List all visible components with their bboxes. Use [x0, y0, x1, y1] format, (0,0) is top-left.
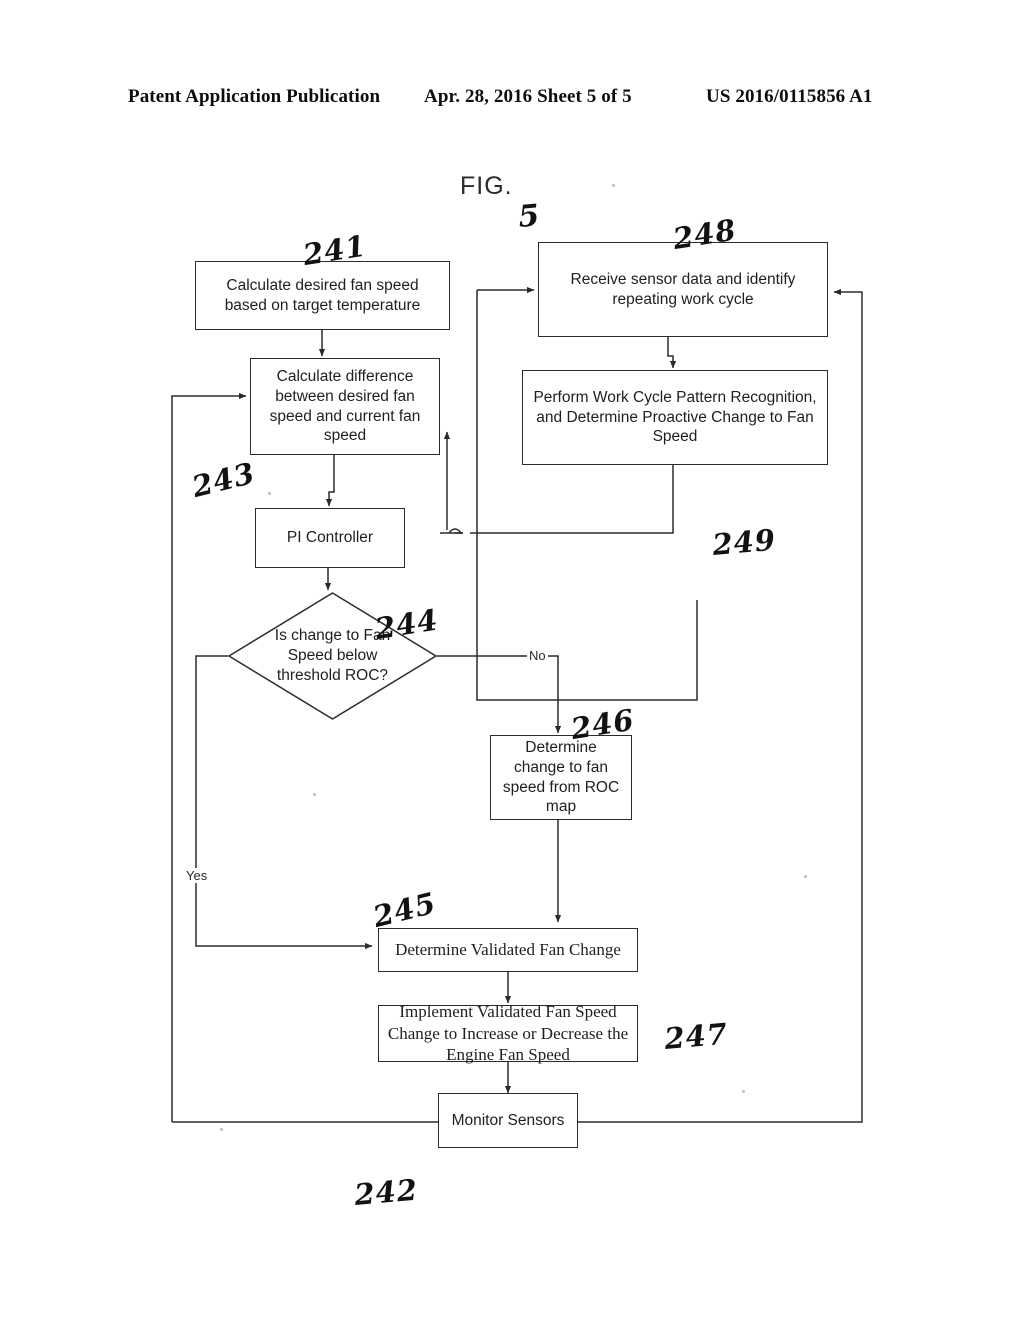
scan-speckle	[313, 793, 316, 796]
node-calculate-difference[interactable]: Calculate difference between desired fan…	[250, 358, 440, 455]
node-pi-controller[interactable]: PI Controller	[255, 508, 405, 568]
branch-label-yes: Yes	[184, 868, 210, 883]
node-calculate-desired-fan-speed-label: Calculate desired fan speed based on tar…	[224, 276, 421, 314]
node-calculate-desired-fan-speed[interactable]: Calculate desired fan speed based on tar…	[195, 261, 450, 330]
node-determine-change-roc-map[interactable]: Determine change to fan speed from ROC m…	[490, 735, 632, 820]
node-work-cycle-pattern-recognition[interactable]: Perform Work Cycle Pattern Recognition, …	[522, 370, 828, 465]
scan-speckle	[804, 875, 807, 878]
node-receive-sensor-data-label: Receive sensor data and identify repeati…	[570, 270, 796, 308]
ref-numeral-249: 249	[711, 522, 778, 562]
scan-speckle	[742, 1090, 745, 1093]
scan-speckle	[612, 184, 615, 187]
node-implement-validated-fan-speed-change[interactable]: Implement Validated Fan Speed Change to …	[378, 1002, 638, 1064]
scan-speckle	[220, 1128, 223, 1131]
figure-canvas: FIG. 5 Calculate desired fan speed based…	[0, 0, 1024, 1320]
ref-numeral-247: 247	[663, 1016, 730, 1056]
scan-speckle	[268, 492, 271, 495]
node-determine-validated-fan-change[interactable]: Determine Validated Fan Change	[378, 928, 638, 972]
ref-numeral-242: 242	[353, 1172, 420, 1212]
node-monitor-sensors-label: Monitor Sensors	[451, 1111, 565, 1129]
branch-label-no: No	[527, 648, 548, 663]
node-determine-validated-fan-change-label: Determine Validated Fan Change	[395, 940, 621, 960]
node-receive-sensor-data[interactable]: Receive sensor data and identify repeati…	[538, 242, 828, 337]
node-pi-controller-label: PI Controller	[286, 529, 374, 547]
node-implement-validated-fan-speed-change-label: Implement Validated Fan Speed Change to …	[387, 1001, 629, 1065]
node-determine-change-roc-map-label: Determine change to fan speed from ROC m…	[502, 738, 620, 816]
node-calculate-difference-label: Calculate difference between desired fan…	[269, 367, 421, 445]
node-monitor-sensors[interactable]: Monitor Sensors	[438, 1093, 578, 1148]
node-work-cycle-pattern-recognition-label: Perform Work Cycle Pattern Recognition, …	[533, 388, 817, 446]
